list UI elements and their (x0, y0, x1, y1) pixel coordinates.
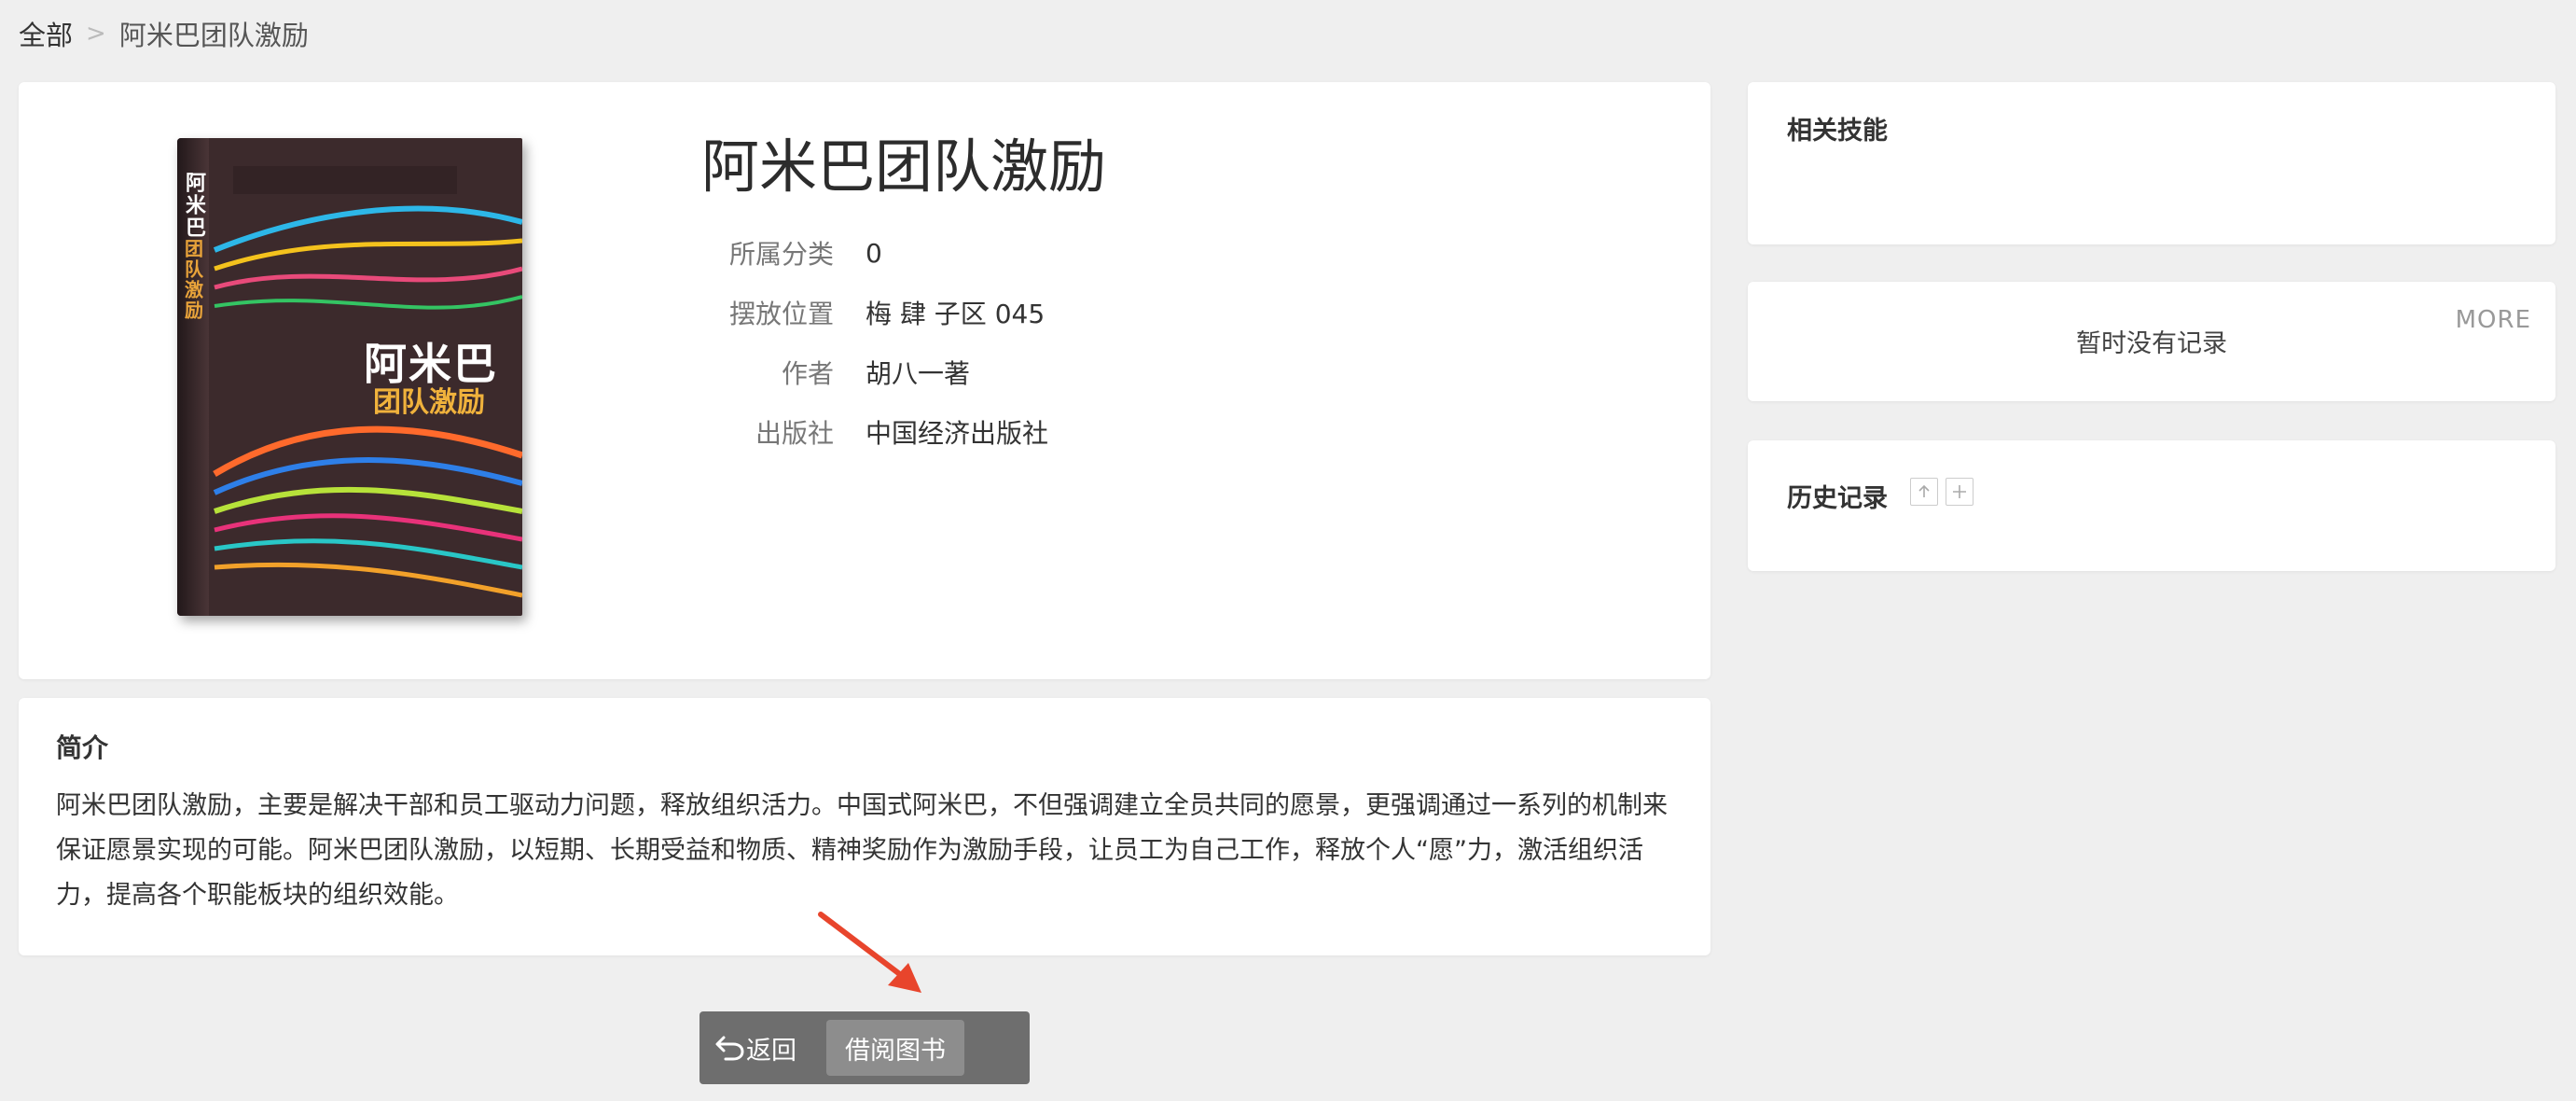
meta-value: 0 (866, 237, 882, 269)
meta-row-author: 作者 胡八一著 (709, 349, 1362, 396)
meta-value: 胡八一著 (866, 358, 971, 389)
intro-text: 阿米巴团队激励，主要是解决干部和员工驱动力问题，释放组织活力。中国式阿米巴，不但… (56, 791, 1668, 910)
meta-label: 作者 (781, 358, 834, 389)
add-icon[interactable] (1946, 478, 1974, 506)
meta-row-category: 所属分类 0 (709, 230, 1362, 276)
breadcrumb-root-link[interactable]: 全部 (19, 14, 73, 53)
breadcrumb-separator: > (86, 20, 106, 48)
cover-subtitle: 团队激励 (373, 386, 485, 419)
more-link[interactable]: MORE (2456, 306, 2531, 334)
back-button[interactable]: 返回 (707, 1020, 813, 1076)
cover-spine-subtitle: 团队激励 (181, 239, 204, 321)
annotation-arrow-icon (818, 912, 921, 993)
book-info-card: 阿米巴 团队激励 阿米巴 团队激励 阿米巴团队激励 所属分类 0 摆放位置 梅 … (19, 82, 1710, 679)
cover-spine-title: 阿米巴 (182, 172, 205, 239)
meta-label: 所属分类 (728, 239, 834, 270)
back-button-label: 返回 (746, 1036, 796, 1066)
borrow-book-button[interactable]: 借阅图书 (826, 1020, 964, 1076)
collapse-up-icon[interactable] (1910, 478, 1938, 506)
breadcrumb: 全部 > 阿米巴团队激励 (19, 15, 309, 52)
related-skills-card: 相关技能 (1748, 82, 2555, 244)
undo-icon (715, 1036, 744, 1061)
meta-row-location: 摆放位置 梅 肆 子区 045 (709, 289, 1362, 336)
cover-spine: 阿米巴 团队激励 (177, 138, 209, 616)
book-cover-image: 阿米巴 团队激励 阿米巴 团队激励 (177, 138, 522, 616)
breadcrumb-current: 阿米巴团队激励 (118, 20, 309, 51)
meta-label: 摆放位置 (728, 299, 834, 329)
meta-row-publisher: 出版社 中国经济出版社 (709, 409, 1362, 455)
related-skills-title: 相关技能 (1787, 117, 1888, 146)
history-title: 历史记录 (1787, 484, 1888, 513)
history-controls (1910, 478, 1974, 506)
meta-value: 中国经济出版社 (866, 418, 1049, 449)
history-card: 历史记录 (1748, 440, 2555, 571)
intro-title: 简介 (56, 732, 109, 763)
meta-label: 出版社 (755, 418, 834, 449)
records-empty-text: 暂时没有记录 (2076, 329, 2227, 358)
meta-value: 梅 肆 子区 045 (866, 299, 1046, 329)
action-button-bar: 返回 借阅图书 (699, 1011, 1030, 1084)
borrow-button-label: 借阅图书 (845, 1036, 946, 1066)
records-card: 暂时没有记录 MORE (1748, 282, 2555, 401)
book-title: 阿米巴团队激励 (701, 132, 1107, 201)
